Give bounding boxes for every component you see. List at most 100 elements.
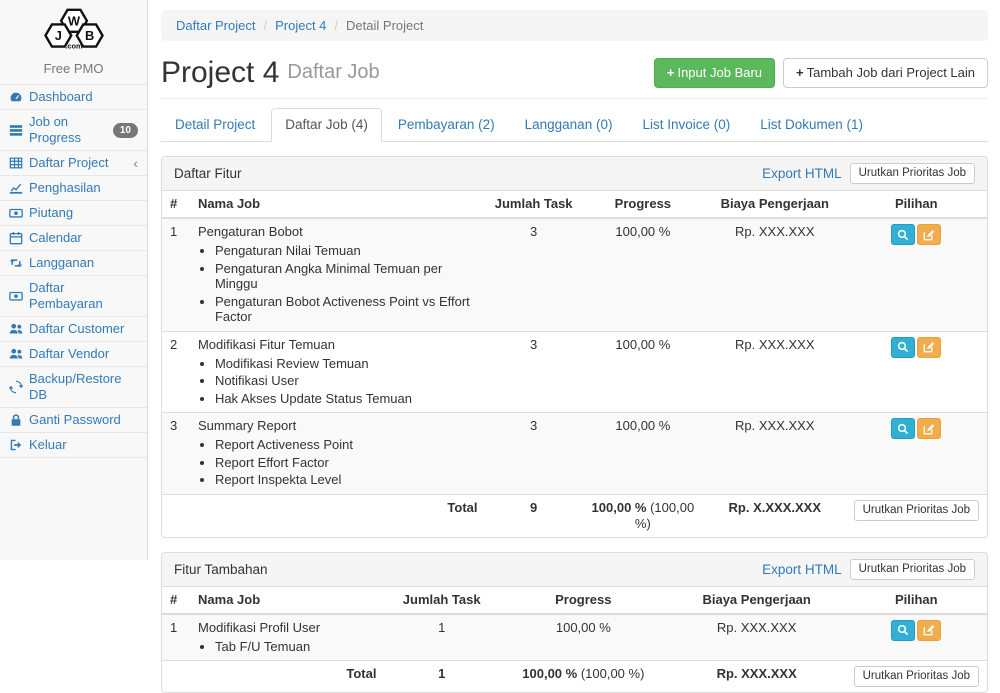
subtask-list: Tab F/U Temuan [198,639,376,655]
sidebar-item-label: Backup/Restore DB [29,371,138,403]
job-name-cell: Modifikasi Fitur TemuanModifikasi Review… [190,331,486,413]
sidebar-item-backup-restore-db[interactable]: Backup/Restore DB [0,367,147,408]
plus-icon: + [796,65,804,80]
view-job-button[interactable] [891,418,915,439]
sidebar-item-keluar[interactable]: Keluar [0,433,147,458]
page-title: Project 4 [161,56,279,89]
panel-tools: Export HTML Urutkan Prioritas Job [762,163,975,184]
sidebar-item-daftar-vendor[interactable]: Daftar Vendor [0,342,147,367]
sort-priority-button[interactable]: Urutkan Prioritas Job [850,163,975,184]
breadcrumb: Daftar Project/Project 4/Detail Project [161,10,988,41]
column-header: Biaya Pengerjaan [668,587,846,614]
sidebar-item-daftar-customer[interactable]: Daftar Customer [0,317,147,342]
sidebar-item-label: Langganan [29,255,94,271]
sidebar-item-dashboard[interactable]: Dashboard [0,85,147,110]
export-html-link[interactable]: Export HTML [762,562,842,577]
sidebar-menu: Dashboard Job on Progress10Daftar Project… [0,85,147,458]
tambah-job-dari-project-lain-button[interactable]: +Tambah Job dari Project Lain [783,58,988,88]
jobs-table: #Nama JobJumlah TaskProgressBiaya Penger… [162,191,987,537]
tab-list-dokumen-1-[interactable]: List Dokumen (1) [746,108,877,142]
panel-fitur-tambahan: Fitur Tambahan Export HTML Urutkan Priorit… [161,552,988,693]
breadcrumb-separator: / [334,18,338,33]
total-task-count: 9 [486,494,582,537]
users-icon [9,347,23,361]
tab-pembayaran-2-[interactable]: Pembayaran (2) [384,108,509,142]
subtask-list: Pengaturan Nilai TemuanPengaturan Angka … [198,243,478,325]
sidebar-item-label: Ganti Password [29,412,121,428]
actions-cell [846,218,987,331]
sidebar-item-job-on-progress[interactable]: Job on Progress10 [0,110,147,151]
sort-priority-button[interactable]: Urutkan Prioritas Job [850,559,975,580]
sidebar-item-label: Keluar [29,437,67,453]
column-header: Jumlah Task [486,191,582,218]
progress-value: 100,00 % [582,218,704,331]
edit-job-button[interactable] [917,337,941,358]
breadcrumb-current: Detail Project [346,18,423,33]
jwb-logo-icon: W J B .com [34,40,114,57]
total-task-count: 1 [384,661,499,693]
signout-icon [9,438,23,452]
total-label: Total [190,494,486,537]
job-name-cell: Pengaturan BobotPengaturan Nilai TemuanP… [190,218,486,331]
total-row: Total9100,00 % (100,00 %)Rp. X.XXX.XXXUr… [162,494,987,537]
header-buttons: +Input Job Baru +Tambah Job dari Project … [654,58,988,88]
subtask-item: Report Effort Factor [215,455,478,471]
breadcrumb-link[interactable]: Daftar Project [176,18,255,33]
svg-text:B: B [84,28,93,43]
edit-job-button[interactable] [917,418,941,439]
job-name: Summary Report [198,418,478,434]
brand-text: Free PMO [0,61,147,76]
subtask-item: Pengaturan Bobot Activeness Point vs Eff… [215,294,478,325]
view-job-button[interactable] [891,620,915,641]
jobs-table: #Nama JobJumlah TaskProgressBiaya Penger… [162,587,987,693]
total-row: Total1100,00 % (100,00 %)Rp. XXX.XXXUrut… [162,661,987,693]
progress-value: 100,00 % [582,331,704,413]
sidebar-item-piutang[interactable]: Piutang [0,201,147,226]
panel-daftar-fitur: Daftar FiturExport HTMLUrutkan Prioritas… [161,156,988,538]
job-name-cell: Modifikasi Profil UserTab F/U Temuan [190,614,384,661]
actions-cell [846,614,987,661]
task-count: 3 [486,218,582,331]
sidebar-item-ganti-password[interactable]: Ganti Password [0,408,147,433]
tab-daftar-job-4-[interactable]: Daftar Job (4) [271,108,382,142]
edit-job-button[interactable] [917,620,941,641]
tab-detail-project[interactable]: Detail Project [161,108,269,142]
view-job-button[interactable] [891,224,915,245]
page-header: Project 4 Daftar Job +Input Job Baru +Tam… [161,56,988,99]
chevron-left-icon: ‹ [133,158,138,168]
sidebar-item-daftar-project[interactable]: Daftar Project‹ [0,151,147,176]
tab-langganan-0-[interactable]: Langganan (0) [511,108,627,142]
sidebar-item-penghasilan[interactable]: Penghasilan [0,176,147,201]
breadcrumb-link[interactable]: Project 4 [275,18,326,33]
table-row: 1Modifikasi Profil UserTab F/U Temuan110… [162,614,987,661]
sidebar-item-langganan[interactable]: Langganan [0,251,147,276]
subtask-list: Modifikasi Review TemuanNotifikasi UserH… [198,356,478,407]
sidebar-item-daftar-pembayaran[interactable]: Daftar Pembayaran [0,276,147,317]
sidebar-item-label: Calendar [29,230,82,246]
progress-value: 100,00 % [582,413,704,495]
sidebar-item-label: Daftar Vendor [29,346,109,362]
tab-list-invoice-0-[interactable]: List Invoice (0) [628,108,744,142]
search-icon [892,229,914,241]
panel-title: Fitur Tambahan [174,562,268,577]
input-job-baru-button[interactable]: +Input Job Baru [654,58,775,88]
svg-text:W: W [67,13,80,28]
page-subtitle: Daftar Job [287,61,379,84]
total-actions-cell: Urutkan Prioritas Job [846,661,987,693]
column-header: Jumlah Task [384,587,499,614]
task-count: 1 [384,614,499,661]
sidebar-item-calendar[interactable]: Calendar [0,226,147,251]
sidebar-item-label: Daftar Pembayaran [29,280,138,312]
sidebar-item-label: Dashboard [29,89,93,105]
edit-job-button[interactable] [917,224,941,245]
view-job-button[interactable] [891,337,915,358]
export-html-link[interactable]: Export HTML [762,166,842,181]
search-icon [892,423,914,435]
sort-priority-button[interactable]: Urutkan Prioritas Job [854,666,979,687]
chart-line-icon [9,181,23,195]
sort-priority-button[interactable]: Urutkan Prioritas Job [854,500,979,521]
cost-value: Rp. XXX.XXX [704,331,846,413]
panel-heading: Daftar FiturExport HTMLUrutkan Prioritas… [162,157,987,191]
column-header: Pilihan [846,587,987,614]
subtask-item: Notifikasi User [215,373,478,389]
